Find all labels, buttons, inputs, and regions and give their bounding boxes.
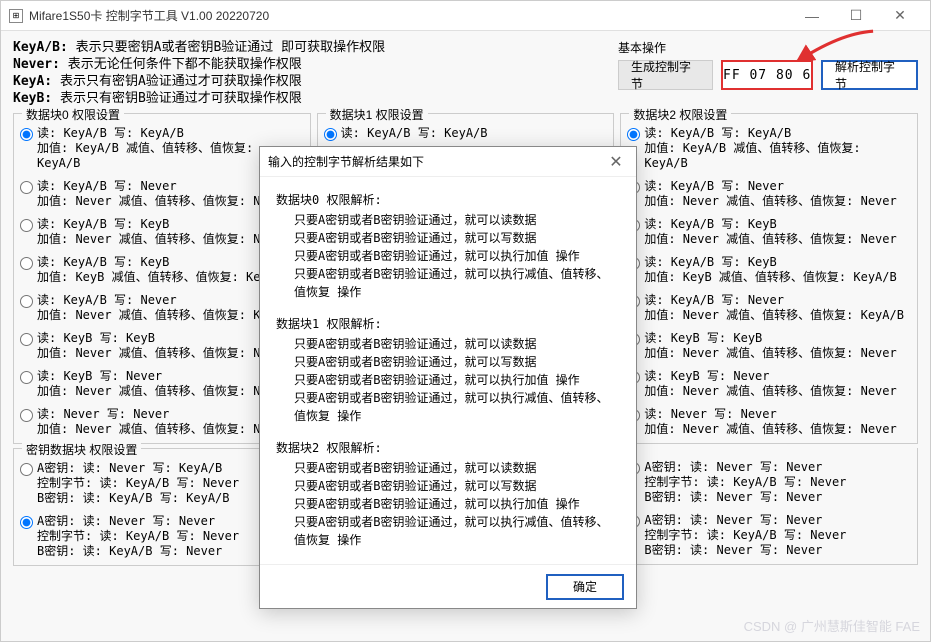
radio-input[interactable]	[324, 128, 337, 141]
radio-input[interactable]	[20, 463, 33, 476]
dialog-line: 只要A密钥或者B密钥验证通过，就可以读数据	[276, 211, 620, 229]
window-title: Mifare1S50卡 控制字节工具 V1.00 20220720	[29, 7, 790, 24]
group-title-0: 数据块0 权限设置	[22, 106, 124, 123]
dialog-header: 输入的控制字节解析结果如下 ✕	[260, 147, 636, 177]
dialog-section-title-1: 数据块1 权限解析:	[276, 315, 620, 333]
group-block1: 数据块1 权限设置 读: KeyA/B 写: KeyA/B	[317, 113, 615, 148]
radio-input[interactable]	[20, 295, 33, 308]
dialog-title: 输入的控制字节解析结果如下	[268, 153, 604, 170]
dialog-close-button[interactable]: ✕	[604, 150, 628, 174]
col-block2: 数据块2 权限设置 读: KeyA/B 写: KeyA/B加值: KeyA/B …	[620, 113, 918, 570]
dialog-line: 只要A密钥或者B密钥验证通过，就可以执行减值、值转移、值恢复 操作	[276, 265, 620, 301]
dialog-line: 只要A密钥或者B密钥验证通过，就可以读数据	[276, 335, 620, 353]
trailer2-radio-1[interactable]: A密钥: 读: Never 写: Never控制字节: 读: KeyA/B 写:…	[627, 513, 911, 558]
desc-text2: 表示无论任何条件下都不能获取操作权限	[60, 57, 302, 72]
radio-input[interactable]	[20, 333, 33, 346]
radio-input[interactable]	[20, 371, 33, 384]
radio-input[interactable]	[20, 219, 33, 232]
dialog-line: 只要A密钥或者B密钥验证通过，就可以写数据	[276, 229, 620, 247]
dialog-body: 数据块0 权限解析: 只要A密钥或者B密钥验证通过，就可以读数据 只要A密钥或者…	[260, 177, 636, 564]
radio-input[interactable]	[20, 409, 33, 422]
dialog-line: 只要A密钥或者B密钥验证通过，就可以执行减值、值转移、值恢复 操作	[276, 513, 620, 549]
window-controls: — ☐ ✕	[790, 1, 922, 31]
group-block2: 数据块2 权限设置 读: KeyA/B 写: KeyA/B加值: KeyA/B …	[620, 113, 918, 444]
radio-2-6[interactable]: 读: KeyB 写: Never加值: Never 减值、值转移、值恢复: Ne…	[627, 369, 911, 399]
radio-input[interactable]	[20, 181, 33, 194]
group-title-1: 数据块1 权限设置	[326, 106, 428, 123]
parse-button[interactable]: 解析控制字节	[821, 60, 918, 90]
hex-input[interactable]	[721, 60, 813, 90]
parse-result-dialog: 输入的控制字节解析结果如下 ✕ 数据块0 权限解析: 只要A密钥或者B密钥验证通…	[259, 146, 637, 609]
trailer-title-0: 密钥数据块 权限设置	[22, 441, 141, 458]
trailer2-radio-0[interactable]: A密钥: 读: Never 写: Never控制字节: 读: KeyA/B 写:…	[627, 460, 911, 505]
desc-key4: KeyB:	[13, 91, 52, 106]
desc-text3: 表示只有密钥A验证通过才可获取操作权限	[52, 74, 302, 89]
group-trailer-2: A密钥: 读: Never 写: Never控制字节: 读: KeyA/B 写:…	[620, 448, 918, 565]
radio-2-5[interactable]: 读: KeyB 写: KeyB加值: Never 减值、值转移、值恢复: Nev…	[627, 331, 911, 361]
titlebar: ⊞ Mifare1S50卡 控制字节工具 V1.00 20220720 — ☐ …	[1, 1, 930, 31]
radio-1-0[interactable]: 读: KeyA/B 写: KeyA/B	[324, 126, 608, 141]
radio-2-7[interactable]: 读: Never 写: Never加值: Never 减值、值转移、值恢复: N…	[627, 407, 911, 437]
dialog-line: 只要A密钥或者B密钥验证通过，就可以执行加值 操作	[276, 247, 620, 265]
radio-input[interactable]	[20, 128, 33, 141]
radio-input[interactable]	[20, 257, 33, 270]
dialog-footer: 确定	[260, 564, 636, 608]
minimize-button[interactable]: —	[790, 1, 834, 31]
dialog-ok-button[interactable]: 确定	[546, 574, 624, 600]
description: KeyA/B: 表示只要密钥A或者密钥B验证通过 即可获取操作权限 Never:…	[13, 39, 618, 107]
app-window: ⊞ Mifare1S50卡 控制字节工具 V1.00 20220720 — ☐ …	[0, 0, 931, 642]
basic-ops: 基本操作 生成控制字节 解析控制字节	[618, 39, 918, 107]
desc-text4: 表示只有密钥B验证通过才可获取操作权限	[52, 91, 302, 106]
dialog-line: 只要A密钥或者B密钥验证通过，就可以写数据	[276, 477, 620, 495]
generate-button[interactable]: 生成控制字节	[618, 60, 713, 90]
dialog-line: 只要A密钥或者B密钥验证通过，就可以执行减值、值转移、值恢复 操作	[276, 389, 620, 425]
basic-ops-title: 基本操作	[618, 39, 918, 56]
dialog-line: 只要A密钥或者B密钥验证通过，就可以执行加值 操作	[276, 371, 620, 389]
radio-input[interactable]	[20, 516, 33, 529]
dialog-line: 只要A密钥或者B密钥验证通过，就可以读数据	[276, 459, 620, 477]
top-section: KeyA/B: 表示只要密钥A或者密钥B验证通过 即可获取操作权限 Never:…	[13, 39, 918, 107]
desc-text1: 表示只要密钥A或者密钥B验证通过 即可获取操作权限	[68, 40, 385, 55]
desc-key3: KeyA:	[13, 74, 52, 89]
radio-2-2[interactable]: 读: KeyA/B 写: KeyB加值: Never 减值、值转移、值恢复: N…	[627, 217, 911, 247]
radio-2-1[interactable]: 读: KeyA/B 写: Never加值: Never 减值、值转移、值恢复: …	[627, 179, 911, 209]
desc-key1: KeyA/B:	[13, 40, 68, 55]
desc-key2: Never:	[13, 57, 60, 72]
radio-2-3[interactable]: 读: KeyA/B 写: KeyB加值: KeyB 减值、值转移、值恢复: Ke…	[627, 255, 911, 285]
dialog-line: 只要A密钥或者B密钥验证通过，就可以写数据	[276, 353, 620, 371]
dialog-section-title-0: 数据块0 权限解析:	[276, 191, 620, 209]
radio-2-4[interactable]: 读: KeyA/B 写: Never加值: Never 减值、值转移、值恢复: …	[627, 293, 911, 323]
app-icon: ⊞	[9, 9, 23, 23]
close-button[interactable]: ✕	[878, 1, 922, 31]
radio-input[interactable]	[627, 128, 640, 141]
watermark: CSDN @ 广州慧斯佳智能 FAE	[744, 616, 920, 635]
maximize-button[interactable]: ☐	[834, 1, 878, 31]
group-title-2: 数据块2 权限设置	[629, 106, 731, 123]
radio-2-0[interactable]: 读: KeyA/B 写: KeyA/B加值: KeyA/B 减值、值转移、值恢复…	[627, 126, 911, 171]
dialog-line: 只要A密钥或者B密钥验证通过，就可以执行加值 操作	[276, 495, 620, 513]
dialog-section-title-2: 数据块2 权限解析:	[276, 439, 620, 457]
